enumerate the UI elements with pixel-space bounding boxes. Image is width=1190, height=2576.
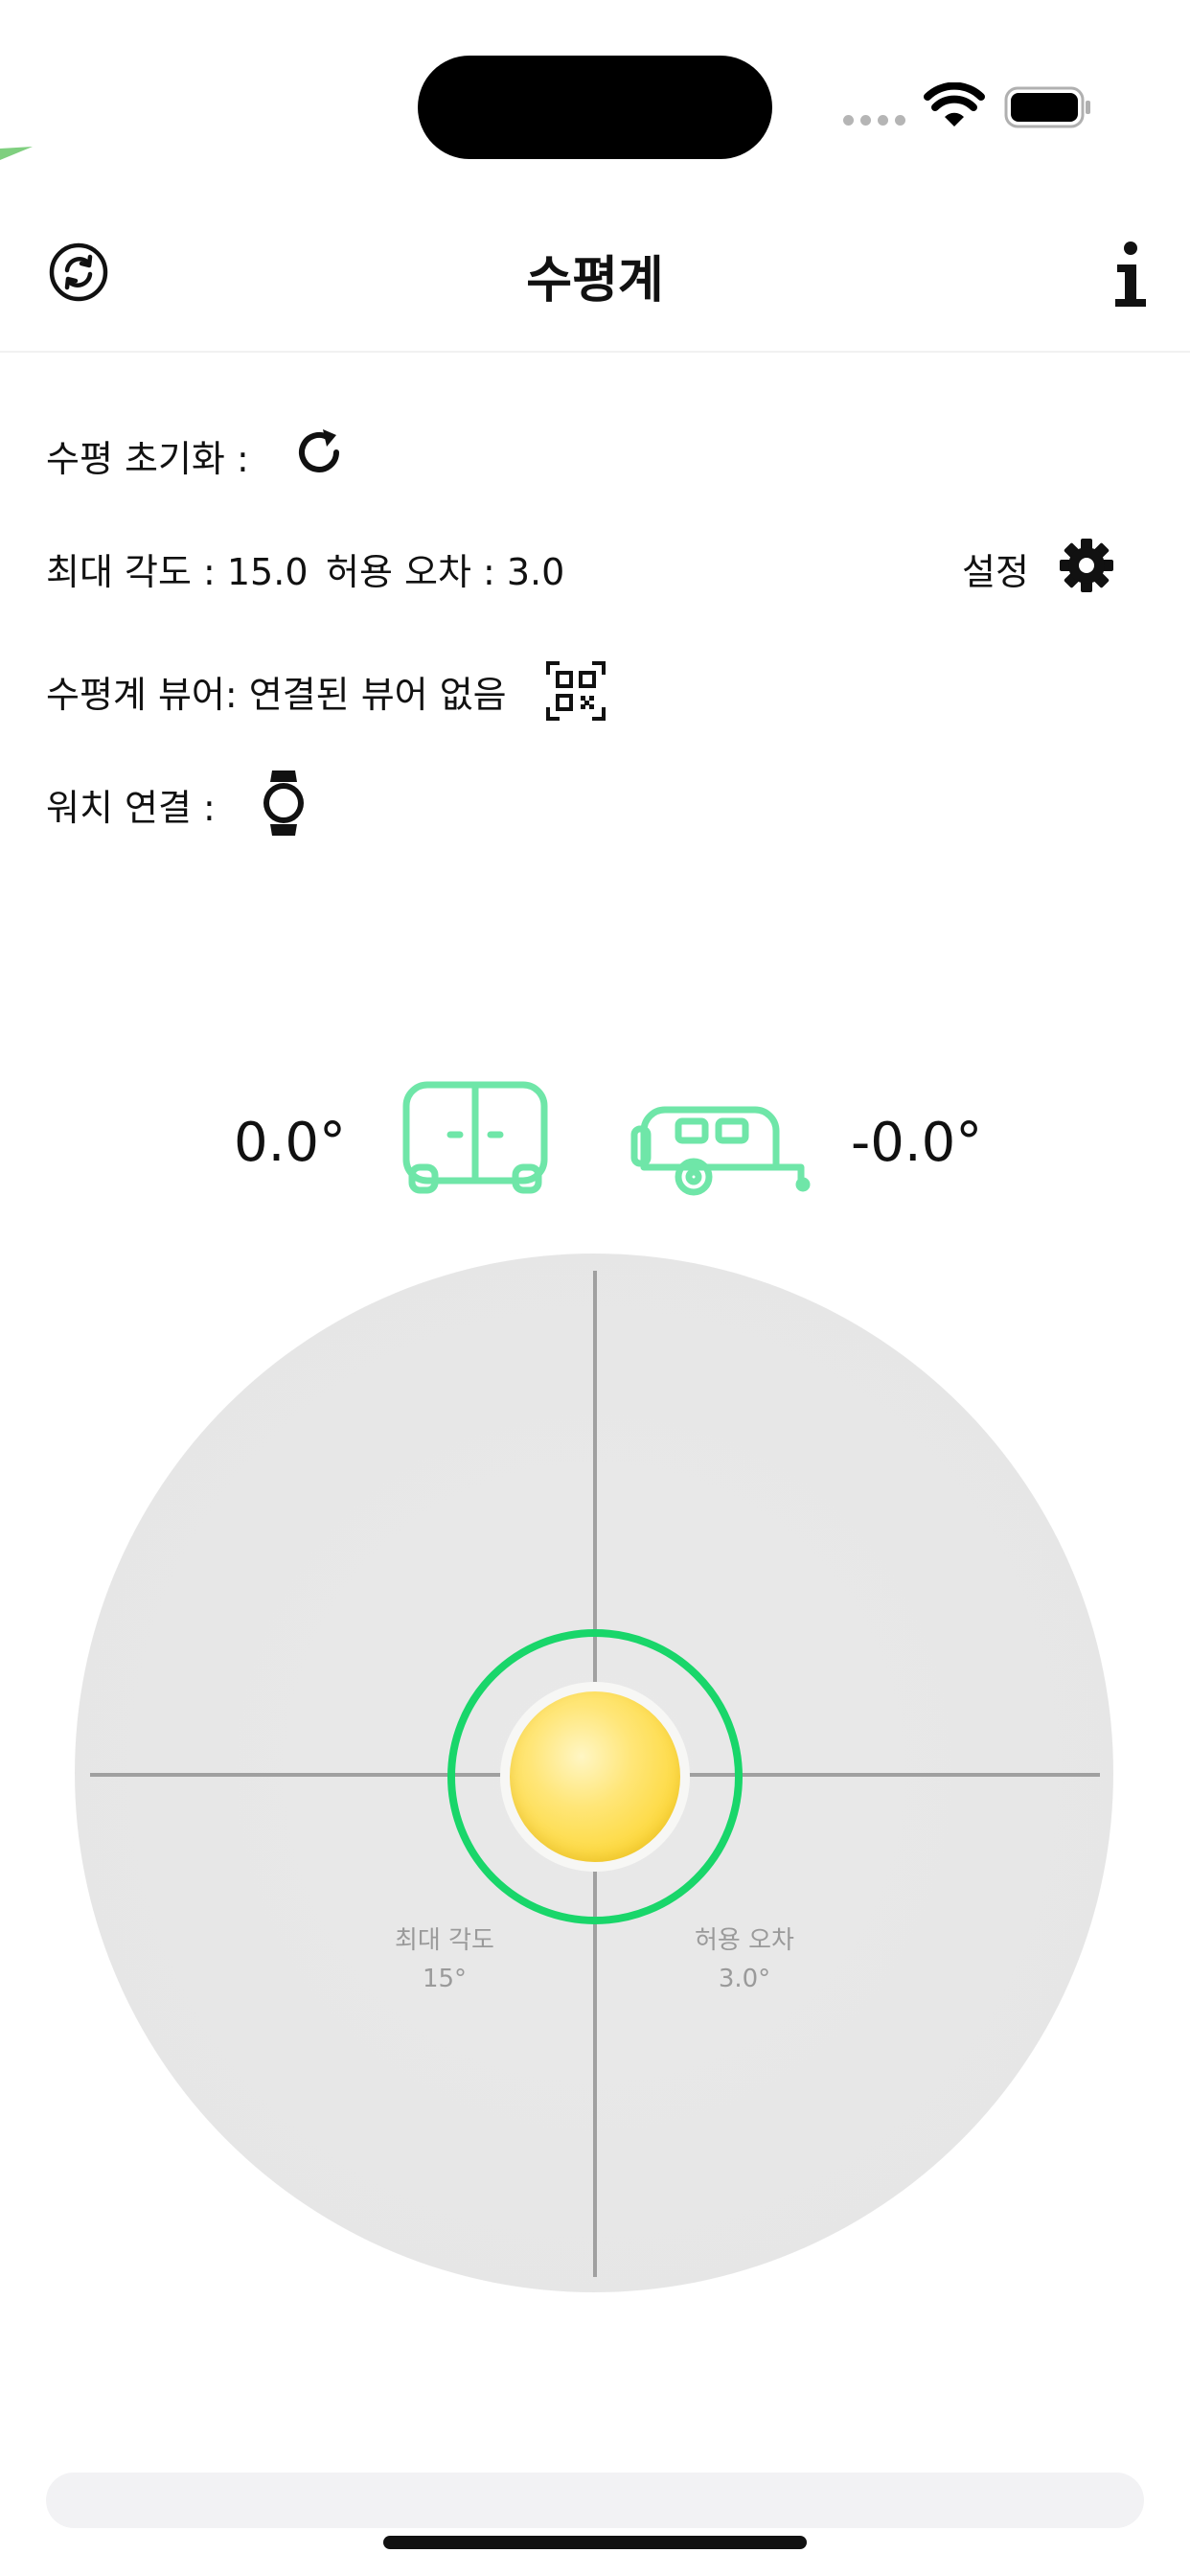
watch-connect-label: 워치 연결 : [46, 787, 216, 829]
page-title: 수평계 [526, 252, 664, 310]
camper-front-icon [399, 1079, 552, 1196]
dynamic-island [418, 56, 772, 159]
level-bubble [510, 1691, 680, 1862]
front-angle-readout: 0.0° [234, 1112, 347, 1174]
watch-icon[interactable] [261, 769, 307, 838]
info-icon[interactable] [1111, 240, 1152, 309]
side-angle-readout: -0.0° [851, 1112, 983, 1174]
tolerance-text: 허용 오차 : 3.0 [326, 551, 565, 593]
battery-icon [1004, 86, 1092, 128]
cellular-signal-icon [843, 115, 905, 126]
gear-icon[interactable] [1058, 537, 1115, 594]
viewer-status-text: 수평계 뷰어: 연결된 뷰어 없음 [46, 674, 507, 716]
settings-label[interactable]: 설정 [962, 542, 1029, 595]
caravan-side-icon [630, 1100, 812, 1196]
max-angle-text: 최대 각도 : 15.0 [46, 551, 309, 593]
wifi-icon [924, 81, 985, 130]
corner-artifact [0, 146, 38, 160]
home-indicator[interactable] [383, 2536, 807, 2549]
tolerance-caption: 허용 오차 [695, 1926, 794, 1955]
refresh-icon[interactable] [292, 426, 346, 479]
max-angle-caption-value: 15° [422, 1965, 468, 1993]
tolerance-caption-value: 3.0° [718, 1965, 771, 1993]
reset-level-label: 수평 초기화 : [46, 438, 249, 480]
qr-code-icon[interactable] [546, 661, 606, 721]
nav-divider [0, 351, 1190, 353]
bottom-banner-area [46, 2472, 1144, 2528]
max-angle-caption: 최대 각도 [395, 1926, 494, 1955]
